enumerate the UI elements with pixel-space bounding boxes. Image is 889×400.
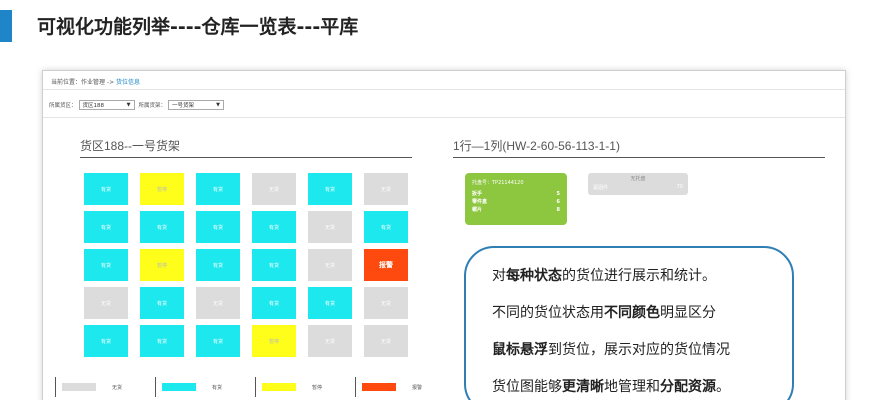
no-pallet-row: 紧固件 70 bbox=[593, 184, 683, 191]
slot-cell-empty[interactable]: 无货 bbox=[364, 325, 408, 357]
callout-text: 明显区分 bbox=[660, 305, 716, 321]
slot-cell-occupied[interactable]: 有货 bbox=[364, 211, 408, 243]
callout-text: 对 bbox=[492, 268, 506, 284]
slot-cell-paused[interactable]: 暂停 bbox=[140, 249, 184, 281]
item-count: 6 bbox=[556, 199, 560, 205]
chevron-down-icon: ▼ bbox=[126, 102, 131, 108]
slot-cell-occupied[interactable]: 有货 bbox=[252, 249, 296, 281]
breadcrumb: 当前位置：作业管理 -> 货位信息 bbox=[51, 77, 140, 86]
no-pallet-title: 无托盘 bbox=[630, 176, 646, 182]
legend-item: 报警 bbox=[355, 377, 455, 397]
legend-label: 无货 bbox=[112, 384, 123, 391]
slot-cell-empty[interactable]: 无货 bbox=[308, 249, 352, 281]
slot-cell-empty[interactable]: 无货 bbox=[84, 287, 128, 319]
slot-cell-occupied[interactable]: 有货 bbox=[84, 173, 128, 205]
area-filter-label: 所属货区： bbox=[49, 103, 77, 109]
item-name: 零件盒 bbox=[472, 199, 488, 205]
slot-item-row: 零件盒 6 bbox=[472, 198, 560, 206]
filter-divider bbox=[43, 117, 845, 118]
slot-cell-occupied[interactable]: 有货 bbox=[196, 325, 240, 357]
slot-cell-occupied[interactable]: 有货 bbox=[140, 211, 184, 243]
slot-cell-occupied[interactable]: 有货 bbox=[252, 287, 296, 319]
callout-text: 到货位，展示对应的货位情况 bbox=[548, 342, 730, 358]
callout-line-2: 不同的货位状态用不同颜色明显区分 bbox=[492, 299, 792, 336]
slot-grid: 有货 暂停 有货 无货 有货 无货 有货 有货 有货 有货 无货 有货 有货 暂停 有货 有货 无货 报警 无货 有货… bbox=[84, 173, 408, 357]
callout-emphasis: 鼠标悬浮 bbox=[492, 342, 548, 358]
slot-cell-paused[interactable]: 暂停 bbox=[252, 325, 296, 357]
slot-item-row: 螺片 8 bbox=[472, 206, 560, 214]
pallet-number: 托盘号：TP21144120 bbox=[472, 180, 524, 186]
slot-cell-empty[interactable]: 无货 bbox=[196, 287, 240, 319]
slot-cell-occupied[interactable]: 有货 bbox=[308, 173, 352, 205]
area-select[interactable]: 货区188 ▼ bbox=[78, 100, 135, 110]
slot-cell-occupied[interactable]: 有货 bbox=[308, 287, 352, 319]
callout-line-4: 货位图能够更清晰地管理和分配资源。 bbox=[492, 373, 792, 400]
callout-emphasis: 不同颜色 bbox=[604, 305, 660, 321]
chevron-down-icon: ▼ bbox=[216, 102, 221, 108]
slot-cell-empty[interactable]: 无货 bbox=[308, 211, 352, 243]
slot-cell-occupied[interactable]: 有货 bbox=[140, 287, 184, 319]
breadcrumb-path[interactable]: 作业管理 -> bbox=[81, 79, 116, 86]
slot-cell-alarm[interactable]: 报警 bbox=[364, 249, 408, 281]
breadcrumb-prefix: 当前位置： bbox=[51, 79, 82, 86]
slot-cell-empty[interactable]: 无货 bbox=[364, 287, 408, 319]
item-count: 5 bbox=[556, 191, 560, 197]
slot-cell-occupied[interactable]: 有货 bbox=[84, 249, 128, 281]
callout-line-1: 对每种状态的货位进行展示和统计。 bbox=[492, 262, 792, 299]
callout-text: 货位图能够 bbox=[492, 379, 562, 395]
shelf-panel-title: 货区188--一号货架 bbox=[80, 137, 412, 158]
legend-label: 有货 bbox=[212, 384, 223, 391]
feature-callout: 对每种状态的货位进行展示和统计。 不同的货位状态用不同颜色明显区分 鼠标悬浮到货… bbox=[464, 246, 794, 400]
slot-cell-occupied[interactable]: 有货 bbox=[196, 173, 240, 205]
shelf-select[interactable]: 一号货架 ▼ bbox=[168, 100, 225, 110]
legend-label: 报警 bbox=[412, 384, 423, 391]
legend-label: 暂停 bbox=[312, 384, 323, 391]
slot-cell-empty[interactable]: 无货 bbox=[364, 173, 408, 205]
filter-bar: 所属货区： 货区188 ▼ 所属货架： 一号货架 ▼ bbox=[49, 99, 228, 111]
shelf-select-value: 一号货架 bbox=[172, 103, 195, 109]
no-pallet-count: 70 bbox=[676, 184, 683, 190]
callout-line-3: 鼠标悬浮到货位，展示对应的货位情况 bbox=[492, 336, 792, 373]
area-select-value: 货区188 bbox=[82, 103, 105, 109]
slot-cell-occupied[interactable]: 有货 bbox=[84, 211, 128, 243]
callout-text: 的货位进行展示和统计。 bbox=[562, 268, 716, 284]
callout-emphasis: 分配资源 bbox=[660, 379, 716, 395]
status-legend: 无货 有货 暂停 报警 bbox=[55, 377, 455, 397]
slot-cell-empty[interactable]: 无货 bbox=[252, 173, 296, 205]
slot-cell-paused[interactable]: 暂停 bbox=[140, 173, 184, 205]
legend-item: 有货 bbox=[155, 377, 255, 397]
slot-cell-occupied[interactable]: 有货 bbox=[84, 325, 128, 357]
legend-swatch bbox=[262, 383, 296, 391]
shelf-filter-label: 所属货架： bbox=[138, 103, 167, 109]
callout-text: 不同的货位状态用 bbox=[492, 305, 604, 321]
item-name: 扳手 bbox=[472, 191, 483, 197]
callout-text: 。 bbox=[716, 379, 730, 395]
slot-info-card: 托盘号：TP21144120 扳手 5 零件盒 6 螺片 8 bbox=[465, 173, 567, 225]
breadcrumb-current[interactable]: 货位信息 bbox=[116, 79, 140, 86]
slot-cell-occupied[interactable]: 有货 bbox=[196, 249, 240, 281]
slot-cell-occupied[interactable]: 有货 bbox=[140, 325, 184, 357]
callout-emphasis: 每种状态 bbox=[506, 268, 562, 284]
legend-swatch bbox=[162, 383, 196, 391]
callout-emphasis: 更清晰 bbox=[562, 379, 604, 395]
title-accent-bar bbox=[0, 10, 12, 42]
slot-cell-occupied[interactable]: 有货 bbox=[252, 211, 296, 243]
breadcrumb-divider bbox=[43, 89, 845, 90]
slot-cell-occupied[interactable]: 有货 bbox=[196, 211, 240, 243]
no-pallet-card: 无托盘 紧固件 70 bbox=[588, 173, 688, 195]
legend-item: 暂停 bbox=[255, 377, 355, 397]
legend-item: 无货 bbox=[55, 377, 155, 397]
slot-item-row: 扳手 5 bbox=[472, 190, 560, 198]
legend-swatch bbox=[362, 383, 396, 391]
callout-text: 地管理和 bbox=[604, 379, 660, 395]
no-pallet-item: 紧固件 bbox=[593, 185, 609, 191]
legend-swatch bbox=[62, 383, 96, 391]
slot-cell-empty[interactable]: 无货 bbox=[308, 325, 352, 357]
slide-title: 可视化功能列举----仓库一览表---平库 bbox=[37, 16, 359, 38]
slot-detail-title: 1行—1列(HW-2-60-56-113-1-1) bbox=[453, 137, 825, 158]
item-count: 8 bbox=[556, 207, 560, 213]
item-name: 螺片 bbox=[472, 207, 483, 213]
